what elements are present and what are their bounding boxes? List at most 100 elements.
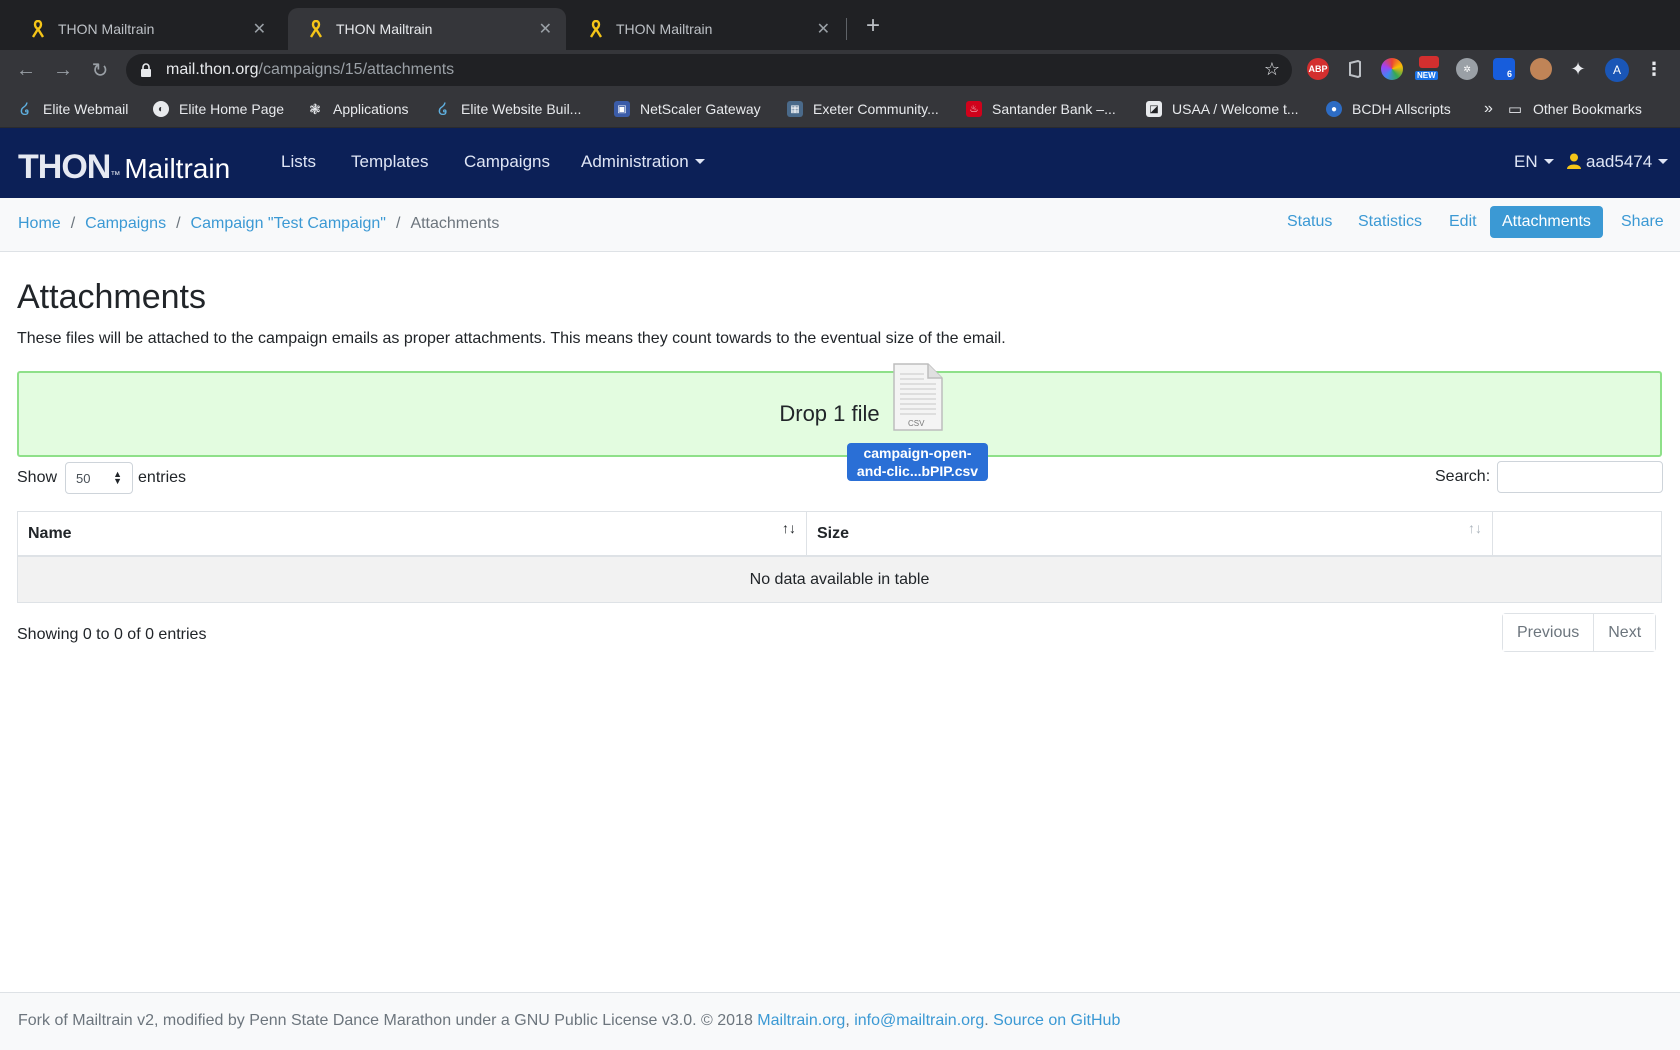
caret-down-icon [694, 159, 705, 164]
sort-icon: ↑↓ [1468, 520, 1482, 536]
bookmark-label: BCDH Allscripts [1352, 101, 1451, 117]
bookmark-label: Santander Bank –... [992, 101, 1116, 117]
bitwarden-icon[interactable]: 6 [1493, 58, 1515, 80]
column-label: Size [817, 524, 850, 542]
column-header-name[interactable]: Name ↑↓ [18, 512, 807, 555]
show-label: Show [17, 469, 58, 486]
more-menu-icon[interactable]: ⋮ [1643, 58, 1665, 80]
browser-tab[interactable]: THON Mailtrain ✕ [10, 8, 280, 50]
page-length-select[interactable]: 50 ▲ ▼ [65, 462, 134, 494]
breadcrumb-home[interactable]: Home [18, 215, 61, 233]
url-host: mail.thon.org [166, 61, 259, 78]
dell-icon: ● [1326, 101, 1342, 117]
breadcrumb-bar: Home / Campaigns / Campaign "Test Campai… [0, 198, 1680, 252]
file-type-badge: CSV [908, 419, 925, 428]
close-icon[interactable]: ✕ [817, 19, 830, 39]
reload-icon[interactable]: ↻ [86, 56, 114, 84]
tab-separator [846, 18, 847, 40]
bookmark-usaa[interactable]: ◪ USAA / Welcome t... [1146, 98, 1299, 120]
column-header-size[interactable]: Size ↑↓ [807, 512, 1493, 555]
footer-license: Fork of Mailtrain v2, modified by Penn S… [18, 1012, 758, 1029]
bookmark-label: USAA / Welcome t... [1172, 101, 1299, 117]
user-icon [1567, 153, 1581, 169]
browser-tab[interactable]: THON Mailtrain ✕ [568, 8, 844, 50]
bookmark-exeter-community[interactable]: ▦ Exeter Community... [787, 98, 939, 120]
footer-text: Fork of Mailtrain v2, modified by Penn S… [18, 1012, 1120, 1030]
caret-down-icon [1543, 159, 1554, 164]
page-description: These files will be attached to the camp… [17, 330, 1006, 347]
bookmark-elite-website-builder[interactable]: ໒ Elite Website Buil... [435, 98, 581, 120]
nav-templates[interactable]: Templates [351, 152, 428, 172]
attachments-table: Name ↑↓ Size ↑↓ No data available in tab… [17, 511, 1662, 603]
language-dropdown[interactable]: EN [1514, 152, 1554, 172]
nav-campaigns[interactable]: Campaigns [464, 152, 550, 172]
column-label: Name [28, 524, 72, 542]
page-title: Attachments [17, 278, 206, 316]
bookmarks-overflow[interactable]: » [1484, 98, 1493, 120]
breadcrumb-separator: / [176, 215, 181, 232]
app-navbar: THON ™ Mailtrain Lists Templates Campaig… [0, 128, 1680, 198]
tab-title: THON Mailtrain [616, 21, 713, 37]
nav-lists[interactable]: Lists [281, 152, 316, 172]
bookmark-applications[interactable]: ❃ Applications [307, 98, 408, 120]
user-dropdown[interactable]: aad5474 [1567, 152, 1669, 172]
new-tab-icon[interactable]: + [859, 12, 887, 40]
footer-link-mailtrain[interactable]: Mailtrain.org [757, 1012, 845, 1029]
address-bar[interactable]: mail.thon.org/campaigns/15/attachments ☆ [126, 54, 1292, 86]
puzzle-icon[interactable]: ✦ [1567, 58, 1589, 80]
bookmark-netscaler-gateway[interactable]: ▣ NetScaler Gateway [614, 98, 761, 120]
previous-page-button[interactable]: Previous [1503, 614, 1594, 651]
ribbon-icon [308, 20, 324, 38]
back-arrow-icon[interactable]: ← [12, 56, 40, 84]
bookmark-bcdh-allscripts[interactable]: ● BCDH Allscripts [1326, 98, 1451, 120]
entries-label: entries [138, 469, 187, 486]
bookmark-other-bookmarks[interactable]: ▭ Other Bookmarks [1507, 98, 1642, 120]
dragged-file-name-line1: campaign-open- [863, 445, 972, 461]
dragged-file-name: campaign-open- and-clic...bPIP.csv [847, 443, 988, 481]
bookmark-label: Exeter Community... [813, 101, 939, 117]
bookmark-label: NetScaler Gateway [640, 101, 761, 117]
breadcrumb-separator: / [70, 215, 76, 232]
close-icon[interactable]: ✕ [253, 19, 266, 39]
footer: Fork of Mailtrain v2, modified by Penn S… [0, 992, 1680, 1050]
new-badge-icon[interactable]: NEW [1415, 56, 1440, 80]
tab-title: THON Mailtrain [336, 21, 433, 37]
profile-avatar[interactable]: A [1605, 58, 1629, 82]
forward-arrow-icon[interactable]: → [49, 56, 77, 84]
footer-link-email[interactable]: info@mailtrain.org [854, 1012, 984, 1029]
tab-title: THON Mailtrain [58, 21, 155, 37]
breadcrumb-campaigns[interactable]: Campaigns [85, 215, 166, 233]
breadcrumb-campaign[interactable]: Campaign "Test Campaign" [191, 215, 386, 233]
nav-administration-dropdown[interactable]: Administration [581, 152, 705, 172]
star-icon[interactable]: ☆ [1264, 59, 1280, 80]
subnav-attachments[interactable]: Attachments [1490, 206, 1603, 238]
office-icon[interactable] [1344, 58, 1366, 80]
file-dropzone[interactable]: Drop 1 file [17, 371, 1662, 457]
sort-icon: ↑↓ [782, 520, 796, 536]
brand-trademark: ™ [110, 170, 121, 181]
cookie-icon[interactable] [1530, 58, 1552, 80]
footer-link-github[interactable]: Source on GitHub [993, 1012, 1120, 1029]
subnav-statistics[interactable]: Statistics [1346, 206, 1434, 238]
search-label: Search: [1435, 468, 1491, 485]
brand-logo[interactable]: THON ™ Mailtrain [18, 148, 230, 187]
search-input[interactable] [1497, 461, 1664, 493]
lock-icon [140, 63, 152, 77]
folder-icon: ▭ [1507, 101, 1523, 118]
bookmark-santander-bank[interactable]: ♨ Santander Bank –... [966, 98, 1116, 120]
usaa-icon: ◪ [1146, 101, 1162, 117]
adblock-icon[interactable]: ABP [1307, 58, 1329, 80]
subnav-edit[interactable]: Edit [1437, 206, 1489, 238]
close-icon[interactable]: ✕ [539, 19, 552, 39]
bookmark-elite-webmail[interactable]: ໒ Elite Webmail [17, 98, 128, 120]
next-page-button[interactable]: Next [1593, 614, 1656, 651]
browser-tab-strip: THON Mailtrain ✕ THON Mailtrain ✕ THON M… [0, 0, 1680, 50]
bookmark-elite-home-page[interactable]: ◐ Elite Home Page [153, 98, 284, 120]
subnav-status[interactable]: Status [1275, 206, 1344, 238]
page-length-control: Show 50 ▲ ▼ entries [17, 462, 186, 494]
language-label: EN [1514, 152, 1538, 171]
color-wheel-icon[interactable] [1381, 58, 1403, 80]
browser-tab-active[interactable]: THON Mailtrain ✕ [288, 8, 566, 50]
gear-extension-icon[interactable]: ✲ [1456, 58, 1478, 80]
subnav-share[interactable]: Share [1609, 206, 1676, 238]
